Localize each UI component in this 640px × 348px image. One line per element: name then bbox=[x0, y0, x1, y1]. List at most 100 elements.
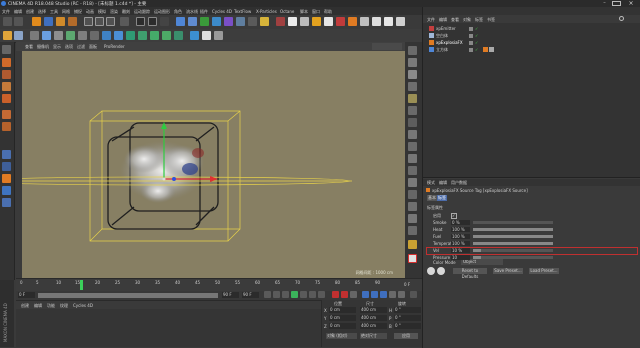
reset-defaults-button[interactable]: Reset to Defaults bbox=[453, 268, 487, 279]
side-tool-12-icon[interactable] bbox=[408, 178, 417, 187]
key-rot-icon[interactable] bbox=[380, 291, 387, 298]
tab-basic[interactable]: 基本 bbox=[427, 195, 437, 201]
visibility-dots-icon[interactable] bbox=[469, 41, 473, 45]
menu-item[interactable]: 模拟 bbox=[98, 9, 106, 15]
viewport-scene[interactable] bbox=[22, 51, 405, 278]
tool-k-icon[interactable] bbox=[150, 31, 159, 40]
side-tool-10-icon[interactable] bbox=[408, 154, 417, 163]
uv-mode-icon[interactable] bbox=[2, 94, 11, 103]
size-y-field[interactable]: 400 cm bbox=[360, 315, 387, 321]
goto-end-icon[interactable] bbox=[318, 291, 325, 298]
z-axis-icon[interactable] bbox=[106, 17, 115, 26]
lock-icon[interactable] bbox=[2, 198, 11, 207]
pen-icon[interactable] bbox=[188, 17, 197, 26]
object-mode-icon[interactable] bbox=[2, 110, 11, 119]
material-tag-icon[interactable] bbox=[489, 47, 494, 52]
redo-icon[interactable] bbox=[14, 17, 23, 26]
tool-b-icon[interactable] bbox=[42, 31, 51, 40]
position-z-field[interactable]: 0 cm bbox=[329, 323, 356, 329]
menu-item[interactable]: 创建 bbox=[26, 9, 34, 15]
quantize-icon[interactable] bbox=[2, 162, 11, 171]
cube-icon[interactable] bbox=[176, 17, 185, 26]
key-scale-icon[interactable] bbox=[371, 291, 378, 298]
key-pos-icon[interactable] bbox=[362, 291, 369, 298]
live-select-icon[interactable] bbox=[32, 17, 41, 26]
side-tool-14-icon[interactable] bbox=[408, 202, 417, 211]
xp-skin-icon[interactable] bbox=[372, 17, 381, 26]
render-view-icon[interactable] bbox=[136, 17, 145, 26]
position-y-field[interactable]: 0 cm bbox=[329, 315, 356, 321]
side-tool-3-icon[interactable] bbox=[408, 70, 417, 79]
tool-m-icon[interactable] bbox=[174, 31, 183, 40]
object-row[interactable]: 空白体 ✓ bbox=[423, 32, 640, 39]
preset-icon-a[interactable] bbox=[427, 267, 435, 275]
floor-icon[interactable] bbox=[236, 17, 245, 26]
rotation-b-field[interactable]: 0 ° bbox=[394, 323, 421, 329]
object-row[interactable]: xpEmitter ✓ bbox=[423, 25, 640, 32]
xp-settings-icon[interactable] bbox=[396, 17, 405, 26]
check-icon[interactable]: ✓ bbox=[475, 26, 479, 31]
save-preset-button[interactable]: Save Preset... bbox=[493, 268, 523, 274]
xp-system-icon[interactable] bbox=[288, 17, 297, 26]
visibility-dots-icon[interactable] bbox=[469, 27, 473, 31]
xp-cache-icon[interactable] bbox=[324, 17, 333, 26]
max-frame-field[interactable]: 90 F bbox=[242, 292, 259, 298]
rotation-h-field[interactable]: 0 ° bbox=[394, 307, 421, 313]
attribute-slider[interactable] bbox=[473, 235, 553, 238]
menu-item[interactable]: 网格 bbox=[62, 9, 70, 15]
move-icon[interactable] bbox=[44, 17, 53, 26]
next-frame-icon[interactable] bbox=[300, 291, 307, 298]
tool-p-icon[interactable] bbox=[214, 31, 223, 40]
prev-key-icon[interactable] bbox=[273, 291, 280, 298]
object-row-selected[interactable]: xpExplosiaFX ✓ bbox=[423, 39, 640, 46]
object-row[interactable]: 立方体 ✓ bbox=[423, 46, 640, 53]
make-editable-icon[interactable] bbox=[2, 45, 11, 54]
side-tool-11-icon[interactable] bbox=[408, 166, 417, 175]
check-icon[interactable]: ✓ bbox=[475, 40, 479, 45]
rotation-p-field[interactable]: 0 ° bbox=[394, 315, 421, 321]
camera-icon[interactable] bbox=[248, 17, 257, 26]
check-icon[interactable]: ✓ bbox=[475, 47, 479, 52]
attr-menu-item[interactable]: 模式 bbox=[427, 180, 435, 186]
maximize-button[interactable] bbox=[612, 1, 621, 6]
coord-system-icon[interactable] bbox=[120, 17, 129, 26]
attribute-value-field[interactable]: 10 % bbox=[451, 248, 470, 253]
side-tool-17-icon[interactable] bbox=[408, 240, 417, 249]
material-area[interactable] bbox=[16, 309, 321, 347]
attr-menu-item[interactable]: 编辑 bbox=[439, 180, 447, 186]
workplane-icon[interactable] bbox=[2, 174, 11, 183]
menu-item[interactable]: 选择 bbox=[38, 9, 46, 15]
viewport-menu-item[interactable]: 面板 bbox=[89, 44, 97, 50]
apply-button[interactable]: 应用 bbox=[394, 333, 418, 339]
attribute-value-field[interactable]: 100 % bbox=[451, 234, 470, 239]
prev-frame-icon[interactable] bbox=[282, 291, 289, 298]
om-menu-item[interactable]: 文件 bbox=[427, 17, 435, 23]
record-icon[interactable] bbox=[332, 291, 339, 298]
scale-icon[interactable] bbox=[56, 17, 65, 26]
menu-item[interactable]: 插件 bbox=[200, 9, 208, 15]
next-key-icon[interactable] bbox=[309, 291, 316, 298]
axis-mode-icon[interactable] bbox=[2, 122, 11, 131]
tool-f-icon[interactable] bbox=[90, 31, 99, 40]
size-z-field[interactable]: 400 cm bbox=[360, 323, 387, 329]
om-menu-item[interactable]: 编辑 bbox=[439, 17, 447, 23]
undo-icon[interactable] bbox=[3, 17, 12, 26]
menu-item[interactable]: 编辑 bbox=[14, 9, 22, 15]
array-icon[interactable] bbox=[212, 17, 221, 26]
xp-tag-icon[interactable] bbox=[408, 254, 417, 263]
size-x-field[interactable]: 400 cm bbox=[360, 307, 387, 313]
attribute-slider[interactable] bbox=[473, 221, 553, 224]
om-menu-item[interactable]: 标签 bbox=[475, 17, 483, 23]
menu-item[interactable]: 角色 bbox=[174, 9, 182, 15]
frame-range-slider[interactable] bbox=[38, 293, 218, 298]
goto-start-icon[interactable] bbox=[264, 291, 271, 298]
size-mode-dropdown[interactable]: 绝对尺寸 bbox=[360, 333, 387, 339]
timeline-menu-icon[interactable] bbox=[410, 291, 417, 298]
tool-l-icon[interactable] bbox=[162, 31, 171, 40]
side-tool-8-icon[interactable] bbox=[408, 130, 417, 139]
side-tool-6-icon[interactable] bbox=[408, 106, 417, 115]
menu-item[interactable]: 帮助 bbox=[324, 9, 332, 15]
deformer-icon[interactable] bbox=[224, 17, 233, 26]
side-tool-13-icon[interactable] bbox=[408, 190, 417, 199]
tool-j-icon[interactable] bbox=[138, 31, 147, 40]
